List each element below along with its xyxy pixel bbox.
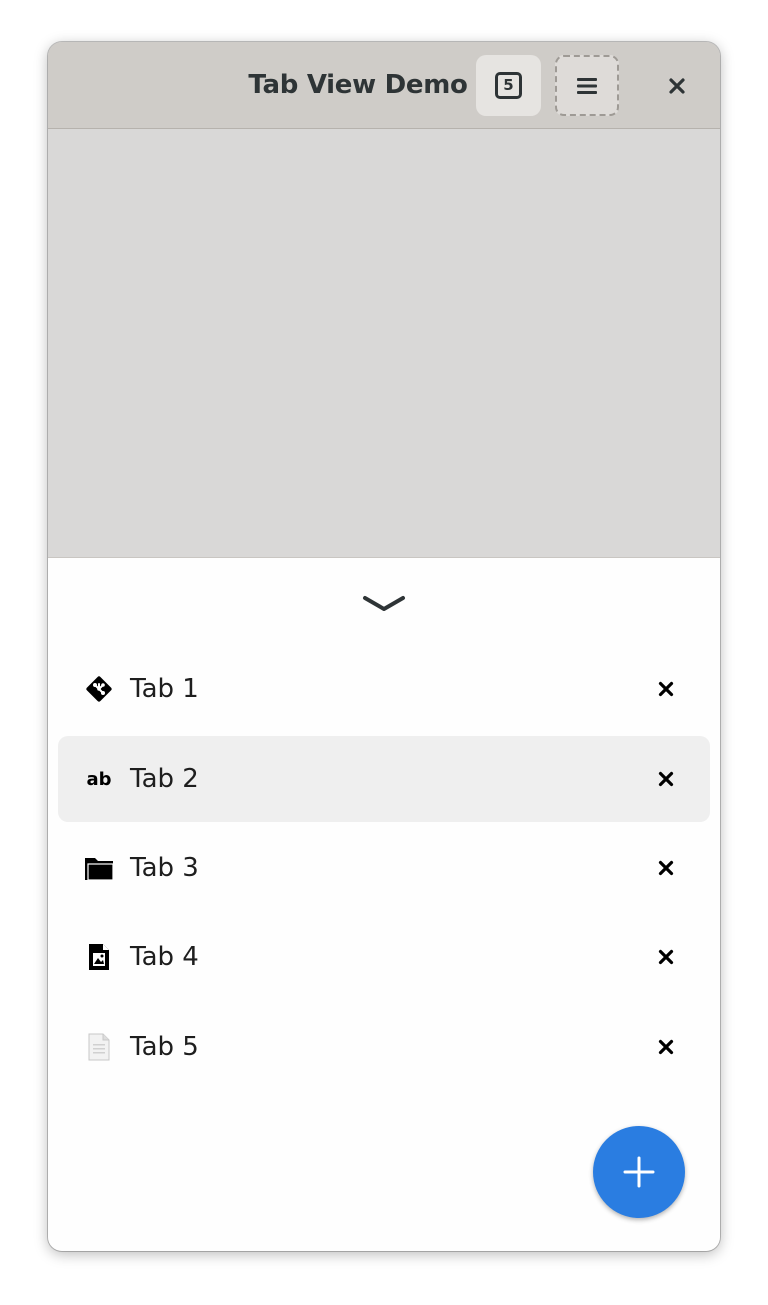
text-ab-icon: ab bbox=[84, 764, 114, 794]
text-document-icon bbox=[84, 1032, 114, 1062]
new-tab-button[interactable] bbox=[593, 1126, 685, 1218]
app-window: Tab View Demo 5 Tab 1 ab Tab 2 Tab 3 Tab… bbox=[48, 42, 720, 1251]
image-document-icon bbox=[84, 942, 114, 972]
tab-close-button[interactable] bbox=[652, 1033, 680, 1061]
close-icon bbox=[658, 1039, 674, 1055]
tab-count: 5 bbox=[503, 76, 514, 94]
tab-overview-button[interactable]: 5 bbox=[476, 55, 541, 116]
tab-label: Tab 5 bbox=[130, 1032, 199, 1062]
tab-row-1[interactable]: Tab 1 bbox=[58, 646, 710, 732]
tab-overview-sheet: Tab 1 ab Tab 2 Tab 3 Tab 4 Tab 5 bbox=[48, 557, 720, 1251]
tab-label: Tab 4 bbox=[130, 942, 199, 972]
folder-icon bbox=[84, 853, 114, 883]
git-icon bbox=[84, 674, 114, 704]
plus-icon bbox=[623, 1156, 655, 1188]
tab-label: Tab 1 bbox=[130, 674, 199, 704]
tab-row-5[interactable]: Tab 5 bbox=[58, 1004, 710, 1090]
close-icon bbox=[658, 771, 674, 787]
close-icon bbox=[658, 681, 674, 697]
chevron-down-icon bbox=[363, 596, 405, 611]
tab-close-button[interactable] bbox=[652, 675, 680, 703]
tab-close-button[interactable] bbox=[652, 765, 680, 793]
tab-counter-icon: 5 bbox=[495, 72, 522, 99]
window-close-button[interactable] bbox=[648, 55, 706, 116]
collapse-sheet-button[interactable] bbox=[360, 588, 408, 620]
main-menu-button[interactable] bbox=[555, 55, 619, 116]
tab-label: Tab 3 bbox=[130, 853, 199, 883]
tab-close-button[interactable] bbox=[652, 943, 680, 971]
tab-content-area bbox=[48, 129, 720, 557]
tab-row-4[interactable]: Tab 4 bbox=[58, 914, 710, 1000]
hamburger-menu-icon bbox=[577, 77, 597, 94]
svg-text:ab: ab bbox=[86, 769, 111, 790]
window-title: Tab View Demo bbox=[248, 70, 468, 100]
headerbar: Tab View Demo 5 bbox=[48, 42, 720, 129]
tab-label: Tab 2 bbox=[130, 764, 199, 794]
tab-row-3[interactable]: Tab 3 bbox=[58, 825, 710, 911]
tab-close-button[interactable] bbox=[652, 854, 680, 882]
close-icon bbox=[669, 77, 685, 94]
close-icon bbox=[658, 860, 674, 876]
tab-row-2[interactable]: ab Tab 2 bbox=[58, 736, 710, 822]
close-icon bbox=[658, 949, 674, 965]
